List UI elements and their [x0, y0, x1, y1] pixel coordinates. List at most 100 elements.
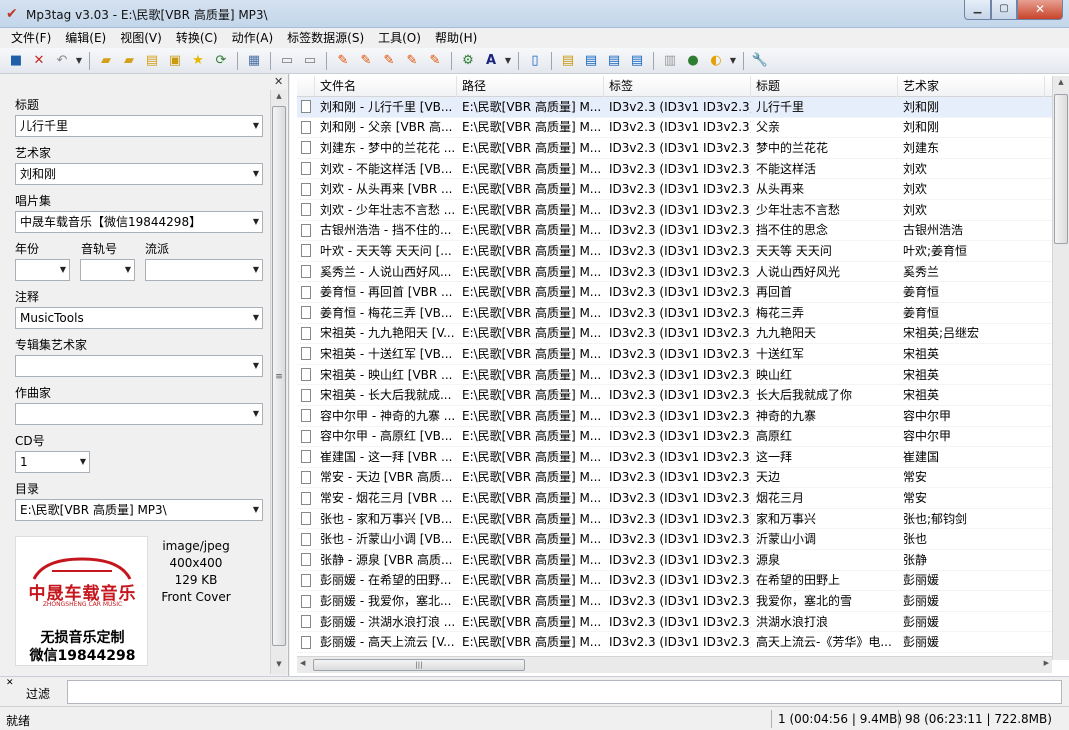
table-row[interactable]: 宋祖英 - 长大后我就成... E:\民歌[VBR 高质量] M... ID3v2.… — [297, 385, 1052, 406]
undo-dropdown-icon[interactable]: ▼ — [75, 51, 83, 71]
table-row[interactable]: 常安 - 天边 [VBR 高质... E:\民歌[VBR 高质量] M... ID3… — [297, 468, 1052, 489]
table-row[interactable]: 刘欢 - 少年壮志不言愁 ... E:\民歌[VBR 高质量] M... ID3v2… — [297, 200, 1052, 221]
table-row[interactable]: 容中尔甲 - 高原红 [VB... E:\民歌[VBR 高质量] M... ID3v… — [297, 427, 1052, 448]
table-row[interactable]: 刘和刚 - 父亲 [VBR 高... E:\民歌[VBR 高质量] M... ID3… — [297, 118, 1052, 139]
table-row[interactable]: 常安 - 烟花三月 [VBR ... E:\民歌[VBR 高质量] M... ID3… — [297, 488, 1052, 509]
header-artist[interactable]: 艺术家 — [898, 76, 1045, 97]
menu-convert[interactable]: 转换(C) — [169, 28, 225, 48]
print-icon[interactable]: ▥ — [660, 51, 680, 71]
table-row[interactable]: 刘欢 - 不能这样活 [VB... E:\民歌[VBR 高质量] M... ID3v… — [297, 159, 1052, 180]
text-file-tag-icon[interactable]: ✎ — [379, 51, 399, 71]
table-row[interactable]: 宋祖英 - 映山红 [VBR ... E:\民歌[VBR 高质量] M... ID3… — [297, 365, 1052, 386]
track-field[interactable]: ▼ — [80, 259, 135, 281]
menu-help[interactable]: 帮助(H) — [428, 28, 484, 48]
musicbrainz-icon[interactable]: ◐ — [706, 51, 726, 71]
save-icon[interactable]: ■ — [6, 51, 26, 71]
table-row[interactable]: 刘和刚 - 儿行千里 [VB... E:\民歌[VBR 高质量] M... ID3v… — [297, 97, 1052, 118]
table-row[interactable]: 古银州浩浩 - 挡不住的... E:\民歌[VBR 高质量] M... ID3v2.… — [297, 221, 1052, 242]
menu-edit[interactable]: 编辑(E) — [58, 28, 113, 48]
table-row[interactable]: 宋祖英 - 九九艳阳天 [V... E:\民歌[VBR 高质量] M... ID3v… — [297, 324, 1052, 345]
scroll-up-icon[interactable]: ▲ — [273, 92, 285, 100]
header-title[interactable]: 标题 — [751, 76, 898, 97]
table-row[interactable]: 刘欢 - 从头再来 [VBR ... E:\民歌[VBR 高质量] M... ID3… — [297, 179, 1052, 200]
list-horizontal-scrollbar[interactable]: ◀ ||| ▶ — [297, 656, 1052, 673]
freedb-icon[interactable]: ▤ — [604, 51, 624, 71]
menu-tools[interactable]: 工具(O) — [371, 28, 428, 48]
table-row[interactable]: 宋祖英 - 十送红军 [VB... E:\民歌[VBR 高质量] M... ID3v… — [297, 344, 1052, 365]
close-icon[interactable]: ✕ — [274, 75, 283, 88]
scroll-down-icon[interactable]: ▼ — [273, 660, 285, 668]
favorites-icon[interactable]: ★ — [188, 51, 208, 71]
web-dropdown-icon[interactable]: ▼ — [729, 51, 737, 71]
directory-field[interactable]: E:\民歌[VBR 高质量] MP3\ ▼ — [15, 499, 263, 521]
close-button[interactable]: ✕ — [1017, 0, 1063, 20]
discogs-icon[interactable]: ▤ — [627, 51, 647, 71]
scroll-up-icon[interactable]: ▲ — [1055, 78, 1067, 86]
chevron-down-icon[interactable]: ▼ — [125, 260, 131, 280]
minimize-button[interactable]: ▁ — [964, 0, 991, 20]
table-row[interactable]: 奚秀兰 - 人说山西好风... E:\民歌[VBR 高质量] M... ID3v2.… — [297, 262, 1052, 283]
scroll-right-icon[interactable]: ▶ — [1044, 659, 1049, 667]
table-row[interactable]: 崔建国 - 这一拜 [VBR ... E:\民歌[VBR 高质量] M... ID3… — [297, 447, 1052, 468]
header-tag[interactable]: 标签 — [604, 76, 751, 97]
chevron-down-icon[interactable]: ▼ — [253, 500, 259, 520]
case-conversion-icon[interactable]: A — [481, 51, 501, 71]
scrollbar-thumb[interactable]: ||| — [313, 659, 525, 671]
header-icon-column[interactable] — [297, 76, 315, 97]
auto-numbering-icon[interactable]: ▯ — [525, 51, 545, 71]
title-field[interactable]: 儿行千里 ▼ — [15, 115, 263, 137]
table-row[interactable]: 张也 - 家和万事兴 [VB... E:\民歌[VBR 高质量] M... ID3v… — [297, 509, 1052, 530]
web-icon[interactable]: ● — [683, 51, 703, 71]
filename-tag-icon[interactable]: ✎ — [356, 51, 376, 71]
tag-tag-icon[interactable]: ✎ — [425, 51, 445, 71]
chevron-down-icon[interactable]: ▼ — [253, 260, 259, 280]
chevron-down-icon[interactable]: ▼ — [80, 452, 86, 472]
chevron-down-icon[interactable]: ▼ — [253, 212, 259, 232]
header-path[interactable]: 路径 — [457, 76, 604, 97]
remove-tag-icon[interactable]: ✕ — [29, 51, 49, 71]
table-row[interactable]: 彭丽媛 - 洪湖水浪打浪 ... E:\民歌[VBR 高质量] M... ID3v2… — [297, 612, 1052, 633]
table-row[interactable]: 彭丽媛 - 高天上流云 [V... E:\民歌[VBR 高质量] M... ID3v… — [297, 632, 1052, 654]
artist-field[interactable]: 刘和刚 ▼ — [15, 163, 263, 185]
refresh-icon[interactable]: ⟳ — [211, 51, 231, 71]
composer-field[interactable]: ▼ — [15, 403, 263, 425]
chevron-down-icon[interactable]: ▼ — [253, 404, 259, 424]
paste-tag-icon[interactable]: ▭ — [300, 51, 320, 71]
genre-field[interactable]: ▼ — [145, 259, 263, 281]
table-row[interactable]: 叶欢 - 天天等 天天问 [... E:\民歌[VBR 高质量] M... ID3v… — [297, 241, 1052, 262]
album-field[interactable]: 中晟车载音乐【微信19844298】 ▼ — [15, 211, 263, 233]
chevron-down-icon[interactable]: ▼ — [253, 164, 259, 184]
filter-input[interactable] — [67, 680, 1062, 704]
save-playlist-icon[interactable]: ▤ — [142, 51, 162, 71]
album-artist-field[interactable]: ▼ — [15, 355, 263, 377]
chevron-down-icon[interactable]: ▼ — [253, 308, 259, 328]
table-row[interactable]: 彭丽媛 - 在希望的田野... E:\民歌[VBR 高质量] M... ID3v2.… — [297, 571, 1052, 592]
list-vertical-scrollbar[interactable]: ▲ — [1052, 76, 1069, 660]
menu-view[interactable]: 视图(V) — [113, 28, 169, 48]
columns-icon[interactable]: ▦ — [244, 51, 264, 71]
tag-filename-icon[interactable]: ✎ — [333, 51, 353, 71]
table-row[interactable]: 容中尔甲 - 神奇的九寨 ... E:\民歌[VBR 高质量] M... ID3v2… — [297, 406, 1052, 427]
table-row[interactable]: 姜育恒 - 再回首 [VBR ... E:\民歌[VBR 高质量] M... ID3… — [297, 282, 1052, 303]
menu-file[interactable]: 文件(F) — [4, 28, 58, 48]
tag-sources-icon[interactable]: ▤ — [581, 51, 601, 71]
settings-icon[interactable]: 🔧 — [750, 51, 770, 71]
actions-dropdown-icon[interactable]: ▼ — [504, 51, 512, 71]
copy-tag-icon[interactable]: ▭ — [277, 51, 297, 71]
tag-text-icon[interactable]: ✎ — [402, 51, 422, 71]
menu-tag-sources[interactable]: 标签数据源(S) — [280, 28, 371, 48]
disc-field[interactable]: 1 ▼ — [15, 451, 90, 473]
table-row[interactable]: 彭丽媛 - 我爱你，塞北... E:\民歌[VBR 高质量] M... ID3v2.… — [297, 591, 1052, 612]
table-row[interactable]: 刘建东 - 梦中的兰花花 ... E:\民歌[VBR 高质量] M... ID3v2… — [297, 138, 1052, 159]
chevron-down-icon[interactable]: ▼ — [253, 356, 259, 376]
close-icon[interactable]: ✕ — [6, 678, 14, 688]
year-field[interactable]: ▼ — [15, 259, 70, 281]
maximize-button[interactable]: ▢ — [991, 0, 1017, 20]
table-row[interactable]: 张也 - 沂蒙山小调 [VB... E:\民歌[VBR 高质量] M... ID3v… — [297, 529, 1052, 551]
export-icon[interactable]: ▤ — [558, 51, 578, 71]
undo-icon[interactable]: ↶ — [52, 51, 72, 71]
scrollbar-thumb[interactable] — [1054, 94, 1068, 244]
playlist-icon[interactable]: ▣ — [165, 51, 185, 71]
open-folder-icon[interactable]: ▰ — [96, 51, 116, 71]
table-row[interactable]: 姜育恒 - 梅花三弄 [VB... E:\民歌[VBR 高质量] M... ID3v… — [297, 303, 1052, 324]
